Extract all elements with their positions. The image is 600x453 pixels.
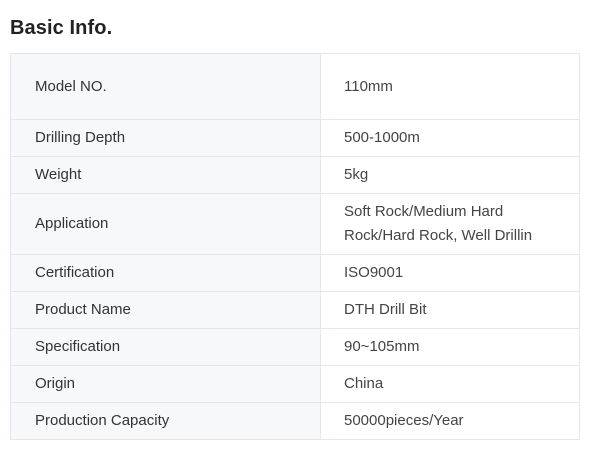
table-row: Certification ISO9001 (10, 254, 580, 292)
spec-label: Specification (10, 328, 321, 366)
spec-label: Product Name (10, 291, 321, 329)
table-row: Origin China (10, 365, 580, 403)
spec-value: ISO9001 (320, 254, 580, 292)
spec-label: Application (10, 193, 321, 255)
spec-label: Production Capacity (10, 402, 321, 440)
spec-label: Drilling Depth (10, 119, 321, 157)
spec-label: Certification (10, 254, 321, 292)
table-row: Production Capacity 50000pieces/Year (10, 402, 580, 440)
basic-info-table: Model NO. 110mm Drilling Depth 500-1000m… (10, 53, 580, 440)
spec-value: 90~105mm (320, 328, 580, 366)
table-row: Model NO. 110mm (10, 53, 580, 120)
table-row: Specification 90~105mm (10, 328, 580, 366)
table-row: Weight 5kg (10, 156, 580, 194)
spec-value: 500-1000m (320, 119, 580, 157)
section-title: Basic Info. (10, 17, 113, 39)
spec-value: 110mm (320, 53, 580, 120)
spec-value: 5kg (320, 156, 580, 194)
table-row: Product Name DTH Drill Bit (10, 291, 580, 329)
spec-value: DTH Drill Bit (320, 291, 580, 329)
spec-value: China (320, 365, 580, 403)
spec-label: Weight (10, 156, 321, 194)
spec-value: 50000pieces/Year (320, 402, 580, 440)
table-row: Drilling Depth 500-1000m (10, 119, 580, 157)
spec-label: Origin (10, 365, 321, 403)
spec-label: Model NO. (10, 53, 321, 120)
table-row: Application Soft Rock/Medium Hard Rock/H… (10, 193, 580, 255)
spec-value: Soft Rock/Medium Hard Rock/Hard Rock, We… (320, 193, 580, 255)
